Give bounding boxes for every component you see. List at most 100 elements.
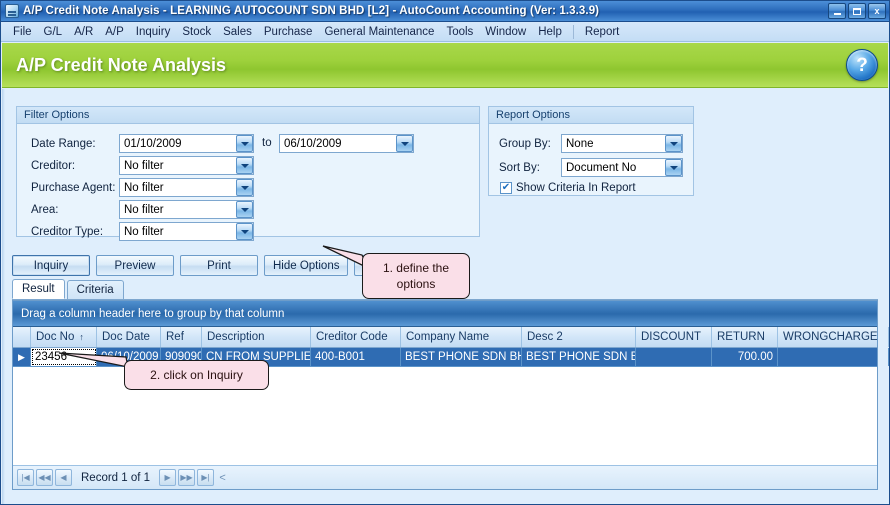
chevron-down-icon[interactable]: [236, 179, 253, 196]
label-to: to: [262, 137, 272, 149]
menu-item-inquiry[interactable]: Inquiry: [130, 24, 177, 40]
label-group-by: Group By:: [499, 137, 551, 150]
menu-item-help[interactable]: Help: [532, 24, 568, 40]
row-indicator-icon: ▶: [13, 348, 31, 366]
tab-result[interactable]: Result: [12, 279, 65, 299]
field-creditor-type: Creditor Type: No filter: [31, 222, 254, 241]
nav-prev-icon[interactable]: ◀: [55, 469, 72, 486]
cell-company-name[interactable]: BEST PHONE SDN BHD: [401, 348, 522, 366]
column-header-ref[interactable]: Ref: [161, 327, 202, 347]
print-button[interactable]: Print: [180, 255, 258, 276]
cell-doc-no[interactable]: 23456: [31, 348, 97, 366]
chevron-down-icon[interactable]: [665, 135, 682, 152]
menu-item-purchase[interactable]: Purchase: [258, 24, 319, 40]
column-header-doc-no-label: Doc No: [36, 331, 75, 343]
label-creditor: Creditor:: [31, 159, 76, 172]
date-range-to-value: 06/10/2009: [284, 137, 342, 150]
area-filter-value: No filter: [124, 203, 164, 216]
window-controls: x: [828, 3, 886, 19]
chevron-down-icon[interactable]: [665, 159, 682, 176]
field-sort-by: Sort By: Document No: [499, 158, 683, 177]
menu-item-file[interactable]: File: [7, 24, 38, 40]
grid-header-row: Doc No ↑ Doc Date Ref Description Credito…: [13, 327, 889, 348]
inquiry-button[interactable]: Inquiry: [12, 255, 90, 276]
column-header-description[interactable]: Description: [202, 327, 311, 347]
column-header-doc-date[interactable]: Doc Date: [97, 327, 161, 347]
grid-header-indicator: [13, 327, 31, 347]
show-criteria-checkbox-row[interactable]: Show Criteria In Report: [500, 182, 636, 194]
purchase-agent-filter-select[interactable]: No filter: [119, 178, 254, 197]
preview-button[interactable]: Preview: [96, 255, 174, 276]
creditor-filter-value: No filter: [124, 159, 164, 172]
label-date-range: Date Range:: [31, 137, 96, 150]
nav-next-page-icon[interactable]: ▶▶: [178, 469, 196, 486]
sort-ascending-icon: ↑: [79, 332, 84, 342]
menu-item-sales[interactable]: Sales: [217, 24, 258, 40]
menu-item-ap[interactable]: A/P: [99, 24, 130, 40]
chevron-down-icon[interactable]: [236, 157, 253, 174]
help-icon[interactable]: ?: [846, 49, 878, 81]
maximize-button[interactable]: [848, 3, 866, 19]
filter-options-panel: Filter Options Date Range: 01/10/2009 to…: [16, 106, 480, 241]
area-filter-select[interactable]: No filter: [119, 200, 254, 219]
cell-return[interactable]: 700.00: [712, 348, 778, 366]
chevron-down-icon[interactable]: [396, 135, 413, 152]
group-by-drop-area[interactable]: Drag a column header here to group by th…: [13, 301, 877, 327]
group-by-value: None: [566, 137, 594, 150]
menu-item-window[interactable]: Window: [479, 24, 532, 40]
field-purchase-agent: Purchase Agent: No filter: [31, 178, 254, 197]
menu-item-ar[interactable]: A/R: [68, 24, 99, 40]
record-navigator: |◀ ◀◀ ◀ Record 1 of 1 ▶ ▶▶ ▶| <: [13, 465, 877, 489]
menu-item-gl[interactable]: G/L: [38, 24, 69, 40]
cell-wrongcharge[interactable]: [778, 348, 889, 366]
group-by-select[interactable]: None: [561, 134, 683, 153]
cell-desc-2[interactable]: BEST PHONE SDN BHD: [522, 348, 636, 366]
sort-by-value: Document No: [566, 161, 637, 174]
close-button[interactable]: x: [868, 3, 886, 19]
page-title: A/P Credit Note Analysis: [16, 54, 227, 75]
nav-next-icon[interactable]: ▶: [159, 469, 177, 486]
nav-collapse-icon[interactable]: <: [216, 469, 229, 486]
menu-item-tools[interactable]: Tools: [440, 24, 479, 40]
column-header-desc-2[interactable]: Desc 2: [522, 327, 636, 347]
menu-item-stock[interactable]: Stock: [176, 24, 217, 40]
nav-last-icon[interactable]: ▶|: [197, 469, 215, 486]
report-options-title: Report Options: [489, 107, 693, 124]
label-sort-by: Sort By:: [499, 161, 540, 174]
window-title: A/P Credit Note Analysis - LEARNING AUTO…: [23, 5, 600, 17]
field-date-range: Date Range: 01/10/2009: [31, 134, 254, 153]
creditor-type-filter-select[interactable]: No filter: [119, 222, 254, 241]
field-area: Area: No filter: [31, 200, 254, 219]
checkbox-icon[interactable]: [500, 182, 512, 194]
label-purchase-agent: Purchase Agent:: [31, 181, 116, 194]
hide-options-button[interactable]: Hide Options: [264, 255, 349, 276]
chevron-down-icon[interactable]: [236, 223, 253, 240]
date-range-from-value: 01/10/2009: [124, 137, 182, 150]
date-range-from-input[interactable]: 01/10/2009: [119, 134, 254, 153]
menu-item-general-maintenance[interactable]: General Maintenance: [318, 24, 440, 40]
field-creditor: Creditor: No filter: [31, 156, 254, 175]
sort-by-select[interactable]: Document No: [561, 158, 683, 177]
nav-first-icon[interactable]: |◀: [17, 469, 34, 486]
cell-discount[interactable]: [636, 348, 712, 366]
creditor-type-filter-value: No filter: [124, 225, 164, 238]
nav-prev-page-icon[interactable]: ◀◀: [36, 469, 53, 486]
column-header-return[interactable]: RETURN: [712, 327, 778, 347]
chevron-down-icon[interactable]: [236, 135, 253, 152]
cell-creditor-code[interactable]: 400-B001: [311, 348, 401, 366]
creditor-filter-select[interactable]: No filter: [119, 156, 254, 175]
title-bar: A/P Credit Note Analysis - LEARNING AUTO…: [1, 1, 889, 22]
column-header-wrongcharge[interactable]: WRONGCHARGE: [778, 327, 889, 347]
chevron-down-icon[interactable]: [236, 201, 253, 218]
menu-separator: [572, 24, 574, 39]
column-header-discount[interactable]: DISCOUNT: [636, 327, 712, 347]
minimize-button[interactable]: [828, 3, 846, 19]
column-header-creditor-code[interactable]: Creditor Code: [311, 327, 401, 347]
menu-item-report[interactable]: Report: [579, 24, 626, 40]
tab-criteria[interactable]: Criteria: [66, 280, 124, 299]
column-header-company-name[interactable]: Company Name: [401, 327, 522, 347]
date-range-to-input[interactable]: 06/10/2009: [279, 134, 414, 153]
client-left-edge: [2, 89, 5, 504]
column-header-doc-no[interactable]: Doc No ↑: [31, 327, 97, 347]
callout-define-options: 1. define the options: [362, 253, 470, 299]
